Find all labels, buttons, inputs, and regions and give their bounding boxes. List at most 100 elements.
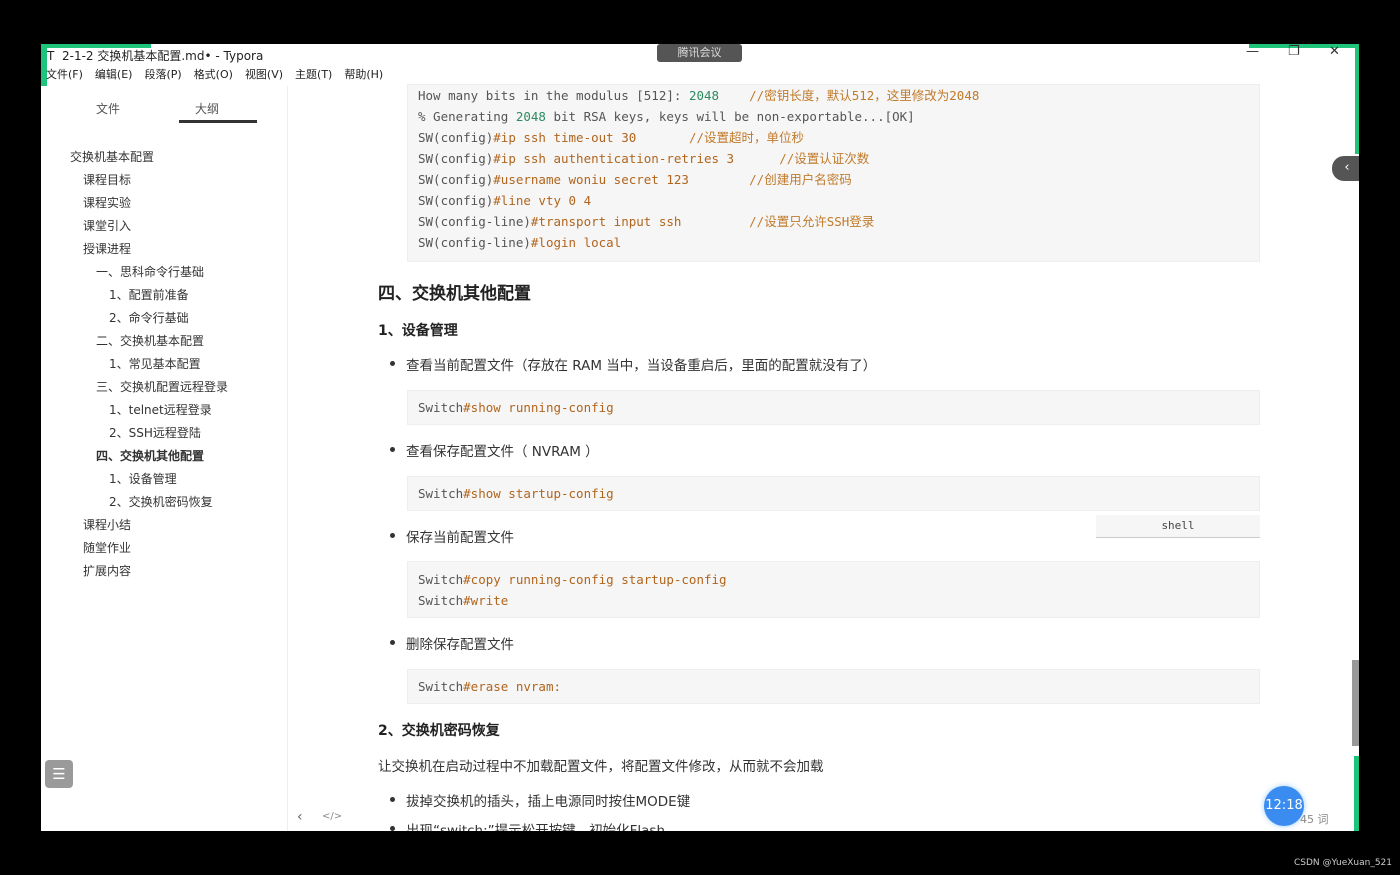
code-token: 2048 [515, 109, 546, 124]
code-token: Switch [418, 572, 464, 587]
code-token: How many bits in the modulus [512]: [418, 88, 689, 103]
menu-item[interactable]: 文件(F) [46, 66, 83, 82]
code-token: #write [463, 593, 509, 608]
meeting-tag: 腾讯会议 [657, 44, 742, 62]
outline-item[interactable]: 授课进程 [41, 238, 228, 261]
code-token: //设置超时，单位秒 [636, 130, 804, 145]
minimize-button[interactable]: — [1246, 44, 1259, 59]
code-token: Switch [418, 593, 464, 608]
source-mode-icon[interactable]: </> [322, 811, 342, 822]
code-token: //设置只允许SSH登录 [681, 214, 875, 229]
outline-item[interactable]: 交换机基本配置 [41, 146, 228, 169]
menu-item[interactable]: 帮助(H) [344, 66, 383, 82]
code-token: SW(config) [418, 151, 494, 166]
code-token: SW(config-line) [418, 214, 531, 229]
code-line: SW(config)#line vty 0 4 [418, 190, 1249, 211]
paragraph: 让交换机在启动过程中不加载配置文件，将配置文件修改，从而就不会加载 [378, 759, 824, 775]
typora-window: T 2-1-2 交换机基本配置.md• - Typora — ❐ ✕ 腾讯会议 … [41, 44, 1359, 831]
code-token: #login local [530, 235, 622, 250]
editor-content[interactable]: How many bits in the modulus [512]: 2048… [288, 84, 1359, 831]
outline-item[interactable]: 1、设备管理 [41, 468, 228, 491]
tab-outline[interactable]: 大纲 [195, 100, 219, 117]
code-block[interactable]: Switch#show running-config [407, 390, 1260, 425]
outline-toggle-icon[interactable]: ☰ [45, 760, 73, 788]
code-token: #ip ssh authentication-retries 3 [493, 151, 735, 166]
list-item: 删除保存配置文件 [390, 633, 514, 653]
code-token: #ip ssh time-out 30 [493, 130, 637, 145]
code-token: Switch [418, 486, 464, 501]
code-line: SW(config-line)#login local [418, 232, 1249, 253]
code-block[interactable]: Switch#show startup-config [407, 476, 1260, 511]
code-line: Switch#erase nvram: [418, 676, 1249, 697]
outline-item[interactable]: 二、交换机基本配置 [41, 330, 228, 353]
active-tab-indicator [179, 120, 257, 123]
code-token: //密钥长度，默认512，这里修改为2048 [719, 88, 980, 103]
outline-item[interactable]: 扩展内容 [41, 560, 228, 583]
code-token: SW(config) [418, 193, 494, 208]
outline-item[interactable]: 课程小结 [41, 514, 228, 537]
list-item: 出现“switch:”提示松开按键，初始化Flash [389, 819, 665, 831]
code-token: 2048 [688, 88, 720, 103]
outline-item[interactable]: 随堂作业 [41, 537, 228, 560]
watermark: CSDN @YueXuan_521 [1294, 858, 1392, 868]
code-line: How many bits in the modulus [512]: 2048… [418, 85, 1249, 106]
collapse-panel-icon[interactable]: ‹ [1332, 156, 1359, 181]
code-line: Switch#write [418, 590, 1249, 611]
heading-other-config: 四、交换机其他配置 [378, 284, 531, 304]
tab-files[interactable]: 文件 [96, 100, 120, 117]
code-language-select[interactable]: shell [1096, 515, 1260, 538]
sidebar: 文件 大纲 交换机基本配置 课程目标 课程实验 课堂引入 授课进程 一、思科命令行基础 1、配… [41, 86, 288, 831]
app-icon: T [47, 49, 55, 63]
code-token: #erase nvram: [463, 679, 561, 694]
list-item: 拔掉交换机的插头，插上电源同时按住MODE键 [389, 790, 690, 810]
code-block[interactable]: Switch#copy running-config startup-confi… [407, 561, 1260, 618]
code-line: SW(config)#username woniu secret 123 //创… [418, 169, 1249, 190]
code-token: //设置认证次数 [734, 151, 870, 166]
list-item: 保存当前配置文件 [390, 526, 514, 546]
menu-item[interactable]: 段落(P) [144, 66, 181, 82]
outline-item[interactable]: 2、SSH远程登陆 [41, 422, 228, 445]
outline-item[interactable]: 2、命令行基础 [41, 307, 228, 330]
code-line: SW(config-line)#transport input ssh //设置… [418, 211, 1249, 232]
window-title: 2-1-2 交换机基本配置.md• - Typora [61, 49, 264, 63]
code-token: SW(config-line) [418, 235, 531, 250]
code-line: SW(config)#ip ssh time-out 30 //设置超时，单位秒 [418, 127, 1249, 148]
outline-item[interactable]: 1、telnet远程登录 [41, 399, 228, 422]
outline-item[interactable]: 课堂引入 [41, 215, 228, 238]
code-token: #transport input ssh [530, 214, 682, 229]
code-token: Switch [418, 679, 464, 694]
code-block[interactable]: Switch#erase nvram: [407, 669, 1260, 704]
heading-password-recovery: 2、交换机密码恢复 [378, 723, 500, 739]
outline-item[interactable]: 1、配置前准备 [41, 284, 228, 307]
code-line: Switch#show running-config [418, 397, 1249, 418]
outline-item[interactable]: 课程目标 [41, 169, 228, 192]
heading-device-management: 1、设备管理 [378, 323, 458, 339]
scrollbar-thumb[interactable] [1352, 660, 1359, 746]
menu-item[interactable]: 编辑(E) [95, 66, 133, 82]
menu-item[interactable]: 视图(V) [245, 66, 283, 82]
menu-item[interactable]: 主题(T) [295, 66, 332, 82]
code-line: Switch#show startup-config [418, 483, 1249, 504]
code-token: Switch [418, 400, 464, 415]
close-button[interactable]: ✕ [1329, 44, 1340, 59]
back-icon[interactable]: ‹ [297, 809, 303, 825]
code-token: #line vty 0 4 [493, 193, 592, 208]
code-token: bit RSA keys, keys will be non-exportabl… [545, 109, 915, 124]
code-line: % Generating 2048 bit RSA keys, keys wil… [418, 106, 1249, 127]
word-count[interactable]: 45 词 [1300, 811, 1329, 827]
menu-item[interactable]: 格式(O) [194, 66, 233, 82]
code-token: //创建用户名密码 [688, 172, 852, 187]
outline-item[interactable]: 三、交换机配置远程登录 [41, 376, 228, 399]
list-item: 查看保存配置文件（ NVRAM ） [390, 440, 599, 460]
outline-item[interactable]: 课程实验 [41, 192, 228, 215]
outline-item[interactable]: 2、交换机密码恢复 [41, 491, 228, 514]
code-block-ssh[interactable]: How many bits in the modulus [512]: 2048… [407, 84, 1260, 262]
outline-item[interactable]: 四、交换机其他配置 [41, 445, 228, 468]
code-line: Switch#copy running-config startup-confi… [418, 569, 1249, 590]
outline-item[interactable]: 1、常见基本配置 [41, 353, 228, 376]
outline-item[interactable]: 一、思科命令行基础 [41, 261, 228, 284]
code-line: SW(config)#ip ssh authentication-retries… [418, 148, 1249, 169]
maximize-button[interactable]: ❐ [1288, 44, 1300, 59]
code-token: SW(config) [418, 130, 494, 145]
code-token: #show startup-config [463, 486, 614, 501]
